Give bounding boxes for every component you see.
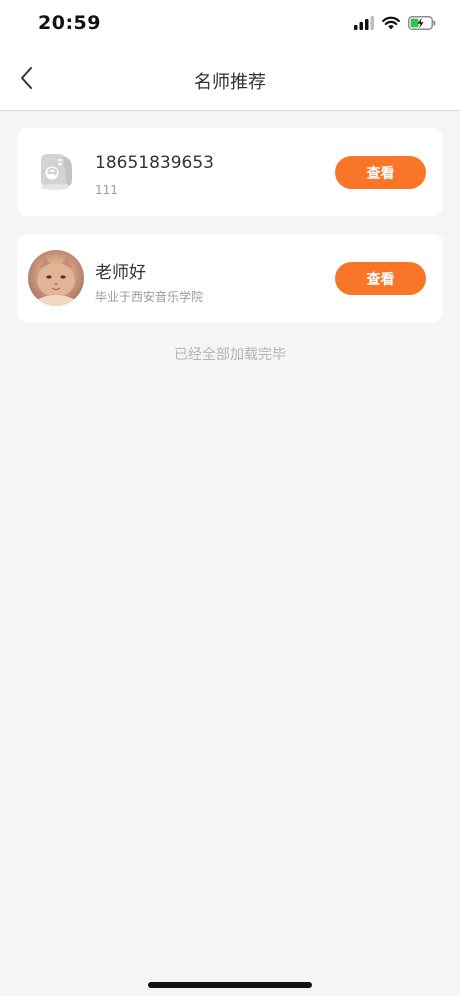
teacher-name: 老师好 (95, 263, 146, 283)
status-time: 20:59 (38, 12, 101, 34)
status-bar: 20:59 (0, 0, 460, 50)
signal-icon (354, 15, 374, 34)
cat-photo-avatar (28, 250, 84, 306)
status-icons (354, 15, 436, 33)
navigation-bar: 名师推荐 (0, 50, 460, 111)
default-avatar-icon (28, 144, 84, 200)
view-button[interactable]: 查看 (335, 156, 426, 189)
view-button[interactable]: 查看 (335, 262, 426, 295)
teacher-list: 18651839653 111 查看 老师好 毕业于西安音乐学院 查看 (17, 128, 443, 340)
teacher-card: 老师好 毕业于西安音乐学院 查看 (17, 234, 443, 322)
teacher-description: 111 (95, 183, 118, 197)
page-title: 名师推荐 (194, 72, 266, 93)
all-loaded-tip: 已经全部加载完毕 (174, 347, 286, 363)
teacher-name: 18651839653 (95, 153, 214, 173)
wifi-icon (382, 15, 400, 34)
battery-charging-icon (408, 15, 436, 34)
teacher-card: 18651839653 111 查看 (17, 128, 443, 216)
teacher-description: 毕业于西安音乐学院 (95, 290, 204, 304)
home-indicator[interactable] (148, 982, 312, 988)
